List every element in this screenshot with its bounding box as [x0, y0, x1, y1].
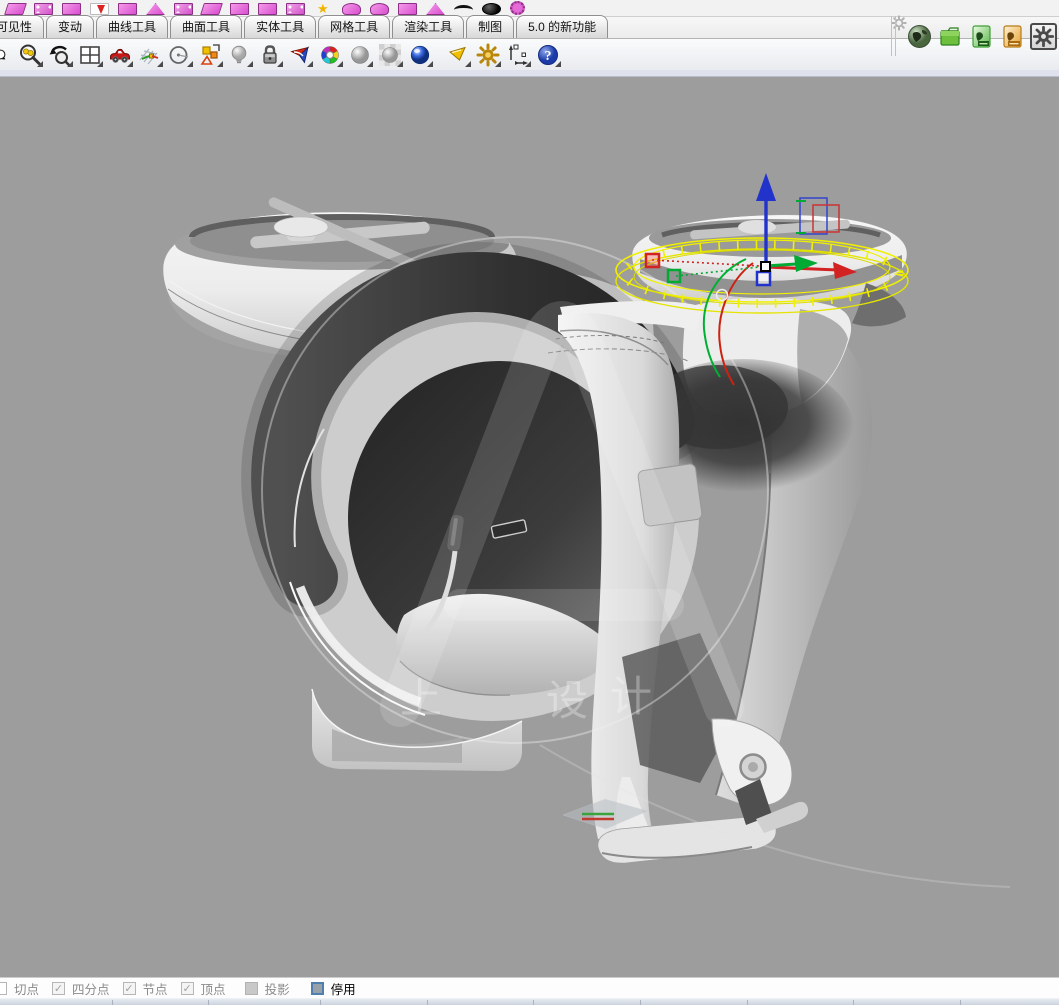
osnap-label-tangent[interactable]: 切点: [14, 979, 39, 998]
project-toggle[interactable]: [244, 981, 258, 995]
osnap-checkbox-quadrant[interactable]: ✓: [52, 981, 66, 995]
tab-render-tools[interactable]: 渲染工具: [392, 15, 465, 38]
sphere-pattern-icon[interactable]: [376, 41, 403, 68]
tab-solid-tools[interactable]: 实体工具: [244, 15, 317, 38]
osnap-checkbox-vertex[interactable]: ✓: [180, 981, 194, 995]
solid-box-points-icon[interactable]: [34, 3, 53, 15]
tab-mesh-tools[interactable]: 网格工具: [318, 15, 391, 38]
project-label[interactable]: 投影: [265, 979, 290, 998]
color-wheel-icon[interactable]: [316, 41, 343, 68]
origin-handle[interactable]: [760, 261, 771, 272]
solid-box-rotated-icon[interactable]: [118, 3, 137, 15]
car-icon[interactable]: [106, 41, 133, 68]
solid-ring-icon[interactable]: [370, 3, 389, 15]
tab-visibility[interactable]: 可见性: [0, 15, 45, 38]
cone-icon[interactable]: [444, 41, 471, 68]
mobile-cplane-icon[interactable]: [136, 41, 163, 68]
blue-sphere-icon[interactable]: [406, 41, 433, 68]
sphere-icon[interactable]: [346, 41, 373, 68]
gear-icon[interactable]: [1030, 22, 1057, 50]
tab-surface-tools[interactable]: 曲面工具: [170, 15, 243, 38]
disable-toggle[interactable]: [310, 981, 324, 995]
tab-transform[interactable]: 变动: [46, 15, 95, 38]
svg-text:设: 设: [546, 677, 588, 724]
zoom-window-icon[interactable]: [0, 41, 13, 68]
bottom-strip: [0, 998, 1059, 1005]
tab-new-in-50[interactable]: 5.0 的新功能: [516, 15, 609, 38]
lamp-icon[interactable]: [226, 41, 253, 68]
svg-text:上: 上: [400, 675, 442, 722]
solid-wedge-icon[interactable]: [146, 3, 165, 15]
document-orange-icon[interactable]: [999, 23, 1026, 50]
solid-dome-icon[interactable]: [342, 3, 361, 15]
toolbar-separator: [891, 16, 896, 56]
tab-curve-tools[interactable]: 曲线工具: [96, 15, 169, 38]
osnap-label-knot[interactable]: 节点: [143, 979, 168, 998]
osnap-label-vertex[interactable]: 顶点: [201, 979, 226, 998]
selection-filter-icon[interactable]: [196, 41, 223, 68]
viewport-canvas[interactable]: 上 设 计: [0, 77, 1059, 977]
zoom-back-icon[interactable]: [46, 41, 73, 68]
blue-handle[interactable]: [755, 270, 772, 287]
dimension-icon[interactable]: [504, 41, 531, 68]
svg-text:?: ?: [544, 49, 551, 64]
osnap-checkbox-tangent[interactable]: [0, 981, 7, 995]
solid-control-points-icon[interactable]: [174, 3, 193, 15]
red-handle[interactable]: [644, 252, 661, 269]
viewport-layout-icon[interactable]: [76, 41, 103, 68]
solid-plane-icon[interactable]: [4, 3, 27, 15]
solid-big-box-icon[interactable]: [230, 3, 249, 15]
disable-label[interactable]: 停用: [331, 979, 356, 998]
star-arrow-icon[interactable]: [314, 3, 333, 15]
folder-icon[interactable]: [937, 23, 964, 50]
gear-icon[interactable]: [474, 41, 501, 68]
red-down-arrow-icon[interactable]: [90, 3, 109, 15]
solid-cylinder-box-icon[interactable]: [258, 3, 277, 15]
solid-box-icon[interactable]: [62, 3, 81, 15]
quick-access-group: [891, 16, 1057, 56]
shaded-view-icon[interactable]: [286, 41, 313, 68]
black-arc-icon[interactable]: [454, 5, 473, 15]
earth-icon[interactable]: [906, 23, 933, 50]
solid-pipe-icon[interactable]: [426, 3, 445, 15]
lock-icon[interactable]: [256, 41, 283, 68]
toolbar-bottom-strip: [0, 70, 1059, 77]
magenta-gear-icon[interactable]: [510, 1, 525, 15]
help-icon[interactable]: ?: [534, 41, 561, 68]
solid-points-box-icon[interactable]: [286, 3, 305, 15]
document-green-icon[interactable]: [968, 23, 995, 50]
circle-center-icon[interactable]: [166, 41, 193, 68]
solid-split-box-icon[interactable]: [398, 3, 417, 15]
osnap-bar: 切点 ✓ 四分点 ✓ 节点 ✓ 顶点 投影 停用: [0, 977, 1059, 998]
osnap-label-quadrant[interactable]: 四分点: [72, 979, 110, 998]
osnap-checkbox-knot[interactable]: ✓: [122, 981, 136, 995]
zoom-selected-icon[interactable]: [16, 41, 43, 68]
solid-slabs-icon[interactable]: [200, 3, 223, 15]
svg-text:计: 计: [610, 673, 652, 720]
viewport-3d[interactable]: 上 设 计: [0, 77, 1059, 977]
tab-drafting[interactable]: 制图: [466, 15, 515, 38]
black-sphere-icon[interactable]: [482, 3, 501, 15]
